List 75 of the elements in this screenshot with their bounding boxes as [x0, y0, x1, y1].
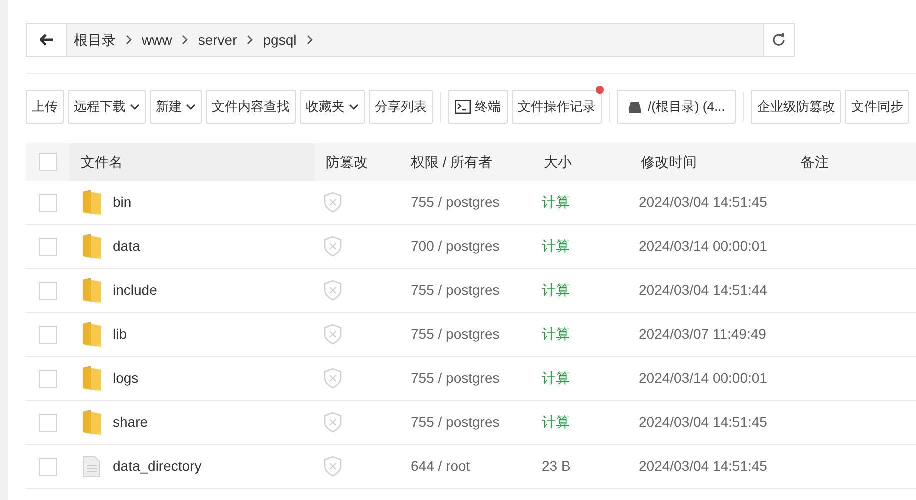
permission-text[interactable]: 644 / root	[411, 458, 470, 474]
shield-icon	[324, 412, 342, 433]
caret-icon	[186, 104, 196, 110]
modified-time: 2024/03/04 14:51:44	[639, 282, 768, 298]
shield-icon	[324, 280, 342, 301]
disk-button[interactable]: /(根目录) (4...	[617, 90, 736, 124]
caret-icon	[130, 104, 140, 110]
breadcrumb-link[interactable]: 根目录	[74, 30, 116, 50]
toolbar-button[interactable]: 企业级防篡改	[751, 90, 842, 124]
row-checkbox[interactable]	[39, 370, 57, 388]
folder-icon	[82, 410, 102, 436]
toolbar-button[interactable]: 文件同步	[845, 90, 910, 124]
toolbar-button[interactable]: 上传	[26, 90, 64, 124]
modified-time: 2024/03/04 14:51:45	[639, 194, 768, 210]
row-checkbox[interactable]	[39, 194, 57, 212]
caret-icon	[349, 104, 359, 110]
modified-time: 2024/03/07 11:49:49	[639, 326, 766, 342]
folder-icon	[82, 190, 102, 216]
file-name[interactable]: data_directory	[113, 456, 202, 477]
file-name[interactable]: lib	[113, 324, 128, 345]
column-header: 修改时间	[641, 154, 697, 170]
dropdown-button[interactable]: 收藏夹	[300, 90, 365, 124]
row-checkbox[interactable]	[39, 238, 57, 256]
row-checkbox[interactable]	[39, 458, 57, 476]
column-header: 权限 / 所有者	[411, 154, 493, 170]
modified-time: 2024/03/04 14:51:45	[639, 414, 768, 430]
file-name[interactable]: share	[113, 412, 148, 433]
file-name[interactable]: bin	[113, 192, 132, 213]
dropdown-button[interactable]: 新建	[150, 90, 202, 124]
file-name[interactable]: include	[113, 280, 158, 301]
column-header: 防篡改	[326, 154, 368, 170]
refresh-icon	[771, 32, 787, 48]
shield-icon	[324, 368, 342, 389]
folder-icon	[82, 234, 102, 260]
row-checkbox[interactable]	[39, 282, 57, 300]
breadcrumb-link[interactable]: server	[198, 30, 238, 50]
column-header: 大小	[544, 154, 572, 170]
back-arrow-icon	[40, 34, 54, 46]
file-size: 23 B	[542, 458, 571, 474]
shield-icon	[324, 236, 342, 257]
shield-icon	[324, 456, 342, 477]
shield-icon	[324, 324, 342, 345]
terminal-icon	[455, 100, 471, 114]
file-name[interactable]: logs	[113, 368, 139, 389]
permission-text[interactable]: 755 / postgres	[411, 414, 500, 430]
dropdown-button[interactable]: 远程下载	[68, 90, 146, 124]
chevron-right-icon	[126, 35, 132, 45]
toolbar-button[interactable]: 文件内容查找	[206, 90, 296, 124]
folder-icon	[82, 278, 102, 304]
breadcrumb-link[interactable]: pgsql	[263, 30, 297, 50]
document-icon	[83, 456, 101, 478]
disk-icon	[628, 100, 642, 114]
toolbar-button[interactable]: 分享列表	[369, 90, 433, 124]
row-checkbox[interactable]	[39, 326, 57, 344]
modified-time: 2024/03/14 00:00:01	[639, 370, 768, 386]
chevron-right-icon	[247, 35, 254, 45]
row-checkbox[interactable]	[39, 414, 57, 432]
chevron-right-icon	[182, 35, 188, 45]
select-all-checkbox[interactable]	[39, 153, 57, 171]
modified-time: 2024/03/14 00:00:01	[639, 238, 768, 254]
breadcrumb-link[interactable]: www	[142, 30, 172, 50]
permission-text[interactable]: 755 / postgres	[411, 326, 500, 342]
chevron-right-icon	[306, 35, 313, 45]
folder-icon	[82, 322, 102, 348]
file-name[interactable]: data	[113, 236, 140, 257]
permission-text[interactable]: 700 / postgres	[411, 238, 500, 254]
permission-text[interactable]: 755 / postgres	[411, 370, 500, 386]
shield-icon	[324, 192, 342, 213]
permission-text[interactable]: 755 / postgres	[411, 282, 500, 298]
folder-icon	[82, 366, 102, 392]
column-header: 文件名	[81, 152, 123, 172]
terminal-button[interactable]: 终端	[448, 90, 508, 124]
column-header: 备注	[801, 154, 829, 170]
permission-text[interactable]: 755 / postgres	[411, 194, 500, 210]
modified-time: 2024/03/04 14:51:45	[639, 458, 768, 474]
